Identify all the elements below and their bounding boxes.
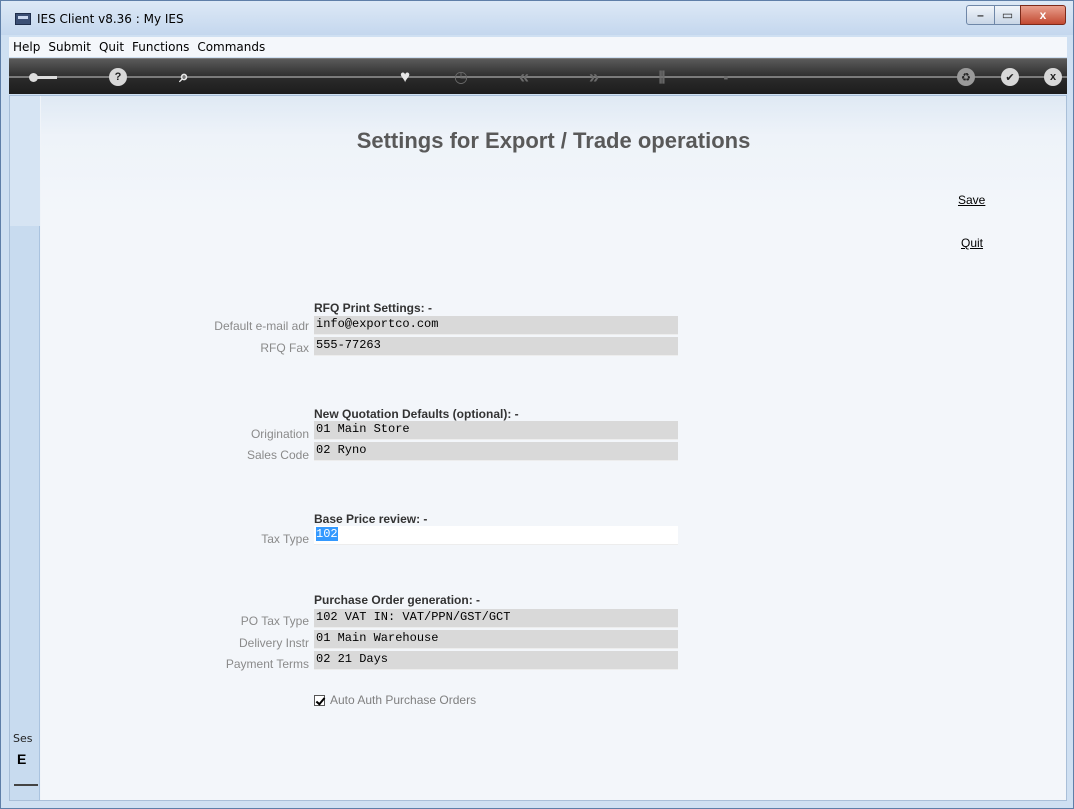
- menu-bar: Help Submit Quit Functions Commands: [9, 37, 1067, 57]
- close-icon[interactable]: x: [1044, 68, 1062, 86]
- payment-terms-field[interactable]: 02 21 Days: [314, 651, 678, 670]
- search-icon[interactable]: ⌕: [175, 67, 193, 86]
- menu-commands[interactable]: Commands: [193, 40, 269, 54]
- app-window: IES Client v8.36 : My IES – ▭ x Help Sub…: [0, 0, 1074, 809]
- maximize-button[interactable]: ▭: [994, 5, 1021, 25]
- key-icon[interactable]: [29, 68, 57, 86]
- tools-icon[interactable]: ⫼: [653, 68, 671, 86]
- session-label[interactable]: Ses: [13, 732, 32, 745]
- tax-type-field[interactable]: 102: [314, 526, 678, 545]
- base-price-section-title: Base Price review: -: [314, 512, 428, 526]
- sales-code-field[interactable]: 02 Ryno: [314, 442, 678, 461]
- next-icon[interactable]: »: [584, 67, 604, 87]
- save-link[interactable]: Save: [958, 193, 985, 207]
- page-icon[interactable]: ▪: [717, 68, 735, 86]
- ok-icon[interactable]: ✔: [1001, 68, 1019, 86]
- rfq-section-title: RFQ Print Settings: -: [314, 301, 432, 315]
- sidebar-divider: [14, 784, 38, 786]
- recycle-icon[interactable]: ♻: [957, 68, 975, 86]
- menu-functions[interactable]: Functions: [128, 40, 193, 54]
- content-area: Ses E Settings for Export / Trade operat…: [9, 95, 1067, 801]
- settings-form: Settings for Export / Trade operations S…: [41, 96, 1066, 800]
- toolbar: ? ⌕ ♥ ◷ « » ⫼ ▪ ♻ ✔ x: [9, 58, 1067, 94]
- origination-label: Origination: [250, 427, 309, 441]
- payment-terms-label: Payment Terms: [225, 657, 309, 671]
- title-bar[interactable]: IES Client v8.36 : My IES – ▭ x: [1, 1, 1073, 35]
- session-sidebar: Ses E: [10, 96, 40, 800]
- quit-link[interactable]: Quit: [961, 236, 983, 250]
- email-label: Default e-mail adr: [214, 319, 309, 333]
- window-title: IES Client v8.36 : My IES: [37, 12, 184, 26]
- close-window-icon: x: [1039, 8, 1047, 22]
- auto-auth-label: Auto Auth Purchase Orders: [330, 693, 477, 707]
- page-title: Settings for Export / Trade operations: [356, 128, 751, 153]
- auto-auth-row[interactable]: Auto Auth Purchase Orders: [314, 693, 476, 707]
- sidebar-header: [10, 96, 40, 226]
- help-icon[interactable]: ?: [109, 68, 127, 86]
- close-window-button[interactable]: x: [1020, 5, 1066, 25]
- menu-submit[interactable]: Submit: [44, 40, 95, 54]
- session-icon[interactable]: E: [17, 751, 26, 767]
- origination-field[interactable]: 01 Main Store: [314, 421, 678, 440]
- sales-code-label: Sales Code: [246, 448, 309, 462]
- rfq-fax-label: RFQ Fax: [260, 341, 309, 355]
- tax-type-label: Tax Type: [261, 532, 309, 546]
- menu-help[interactable]: Help: [9, 40, 44, 54]
- app-icon[interactable]: [15, 13, 31, 25]
- po-tax-type-label: PO Tax Type: [240, 614, 309, 628]
- menu-quit[interactable]: Quit: [95, 40, 128, 54]
- email-field[interactable]: info@exportco.com: [314, 316, 678, 335]
- prev-icon[interactable]: «: [514, 67, 534, 87]
- quotation-section-title: New Quotation Defaults (optional): -: [314, 407, 519, 421]
- tax-type-selection: 102: [316, 527, 338, 541]
- delivery-instr-label: Delivery Instr: [238, 636, 309, 650]
- delivery-instr-field[interactable]: 01 Main Warehouse: [314, 630, 678, 649]
- clock-icon[interactable]: ◷: [452, 68, 470, 86]
- minimize-button[interactable]: –: [966, 5, 995, 25]
- maximize-icon: ▭: [1001, 8, 1014, 22]
- auto-auth-checkbox[interactable]: [314, 694, 325, 706]
- minimize-icon: –: [977, 8, 984, 22]
- po-tax-type-field[interactable]: 102 VAT IN: VAT/PPN/GST/GCT: [314, 609, 678, 628]
- rfq-fax-field[interactable]: 555-77263: [314, 337, 678, 356]
- toolbar-divider: [9, 76, 1067, 78]
- heart-icon[interactable]: ♥: [395, 67, 415, 86]
- purchase-order-section-title: Purchase Order generation: -: [314, 593, 481, 607]
